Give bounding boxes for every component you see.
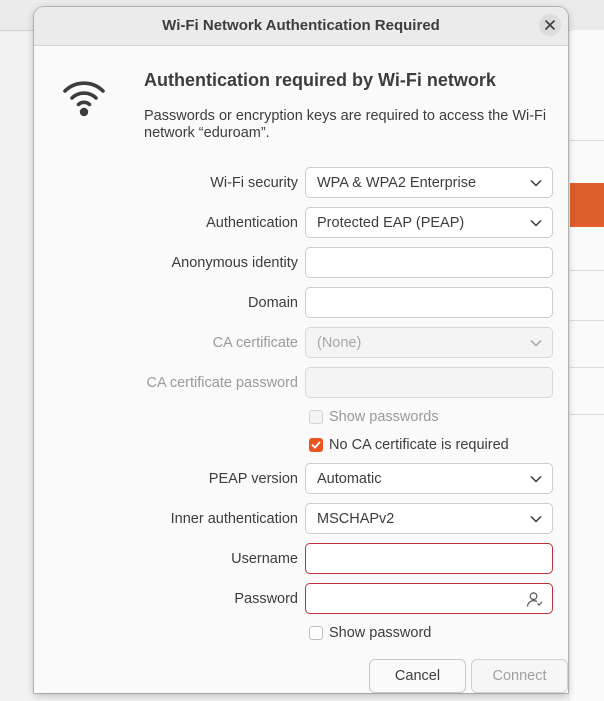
background-selected-row: [570, 183, 604, 227]
ca-certificate-label: CA certificate: [212, 335, 298, 351]
inner-authentication-dropdown[interactable]: MSCHAPv2: [305, 503, 553, 534]
show-passwords-checkbox-row: Show passwords: [309, 408, 439, 426]
wifi-security-dropdown[interactable]: WPA & WPA2 Enterprise: [305, 167, 553, 198]
background-divider: [570, 320, 604, 321]
wifi-icon: [63, 81, 105, 117]
authentication-dropdown[interactable]: Protected EAP (PEAP): [305, 207, 553, 238]
show-password-checkbox[interactable]: [309, 626, 323, 640]
ca-certificate-dropdown: (None): [305, 327, 553, 358]
username-label: Username: [231, 551, 298, 567]
no-ca-required-checkbox-row[interactable]: No CA certificate is required: [309, 436, 509, 454]
domain-label: Domain: [248, 295, 298, 311]
connect-button: Connect: [471, 659, 568, 693]
chevron-down-icon: [530, 339, 542, 347]
close-icon: [545, 20, 555, 30]
password-input[interactable]: [305, 583, 553, 614]
chevron-down-icon: [530, 219, 542, 227]
chevron-down-icon: [530, 475, 542, 483]
no-ca-required-checkbox[interactable]: [309, 438, 323, 452]
checkmark-icon: [311, 441, 321, 449]
dialog-titlebar: Wi-Fi Network Authentication Required: [34, 7, 568, 46]
user-icon[interactable]: [526, 591, 543, 608]
anonymous-identity-label: Anonymous identity: [171, 255, 298, 271]
ca-certificate-password-input: [305, 367, 553, 398]
background-divider: [570, 414, 604, 415]
cancel-button[interactable]: Cancel: [369, 659, 466, 693]
inner-authentication-label: Inner authentication: [170, 511, 298, 527]
chevron-down-icon: [530, 515, 542, 523]
background-divider: [570, 140, 604, 141]
wifi-security-label: Wi-Fi security: [210, 175, 298, 191]
show-passwords-checkbox: [309, 410, 323, 424]
show-passwords-label: Show passwords: [329, 409, 439, 425]
background-divider: [570, 367, 604, 368]
chevron-down-icon: [530, 179, 542, 187]
password-label: Password: [234, 591, 298, 607]
wifi-auth-dialog: Wi-Fi Network Authentication Required Au…: [34, 7, 568, 693]
dialog-heading: Authentication required by Wi-Fi network: [144, 70, 496, 90]
peap-version-dropdown[interactable]: Automatic: [305, 463, 553, 494]
background-list: [570, 30, 604, 701]
show-password-label: Show password: [329, 625, 432, 641]
no-ca-required-label: No CA certificate is required: [329, 437, 509, 453]
background-divider: [570, 270, 604, 271]
username-input[interactable]: [305, 543, 553, 574]
peap-version-value: Automatic: [317, 471, 382, 487]
wifi-security-value: WPA & WPA2 Enterprise: [317, 175, 477, 191]
peap-version-label: PEAP version: [208, 471, 298, 487]
dialog-title: Wi-Fi Network Authentication Required: [162, 17, 440, 34]
inner-authentication-value: MSCHAPv2: [317, 511, 395, 527]
authentication-value: Protected EAP (PEAP): [317, 215, 465, 231]
ca-certificate-password-label: CA certificate password: [146, 375, 298, 391]
authentication-label: Authentication: [206, 215, 298, 231]
anonymous-identity-input[interactable]: [305, 247, 553, 278]
ca-certificate-value: (None): [317, 335, 362, 351]
domain-input[interactable]: [305, 287, 553, 318]
close-button[interactable]: [539, 14, 561, 36]
dialog-description: Passwords or encryption keys are require…: [144, 108, 547, 141]
show-password-checkbox-row[interactable]: Show password: [309, 624, 431, 642]
